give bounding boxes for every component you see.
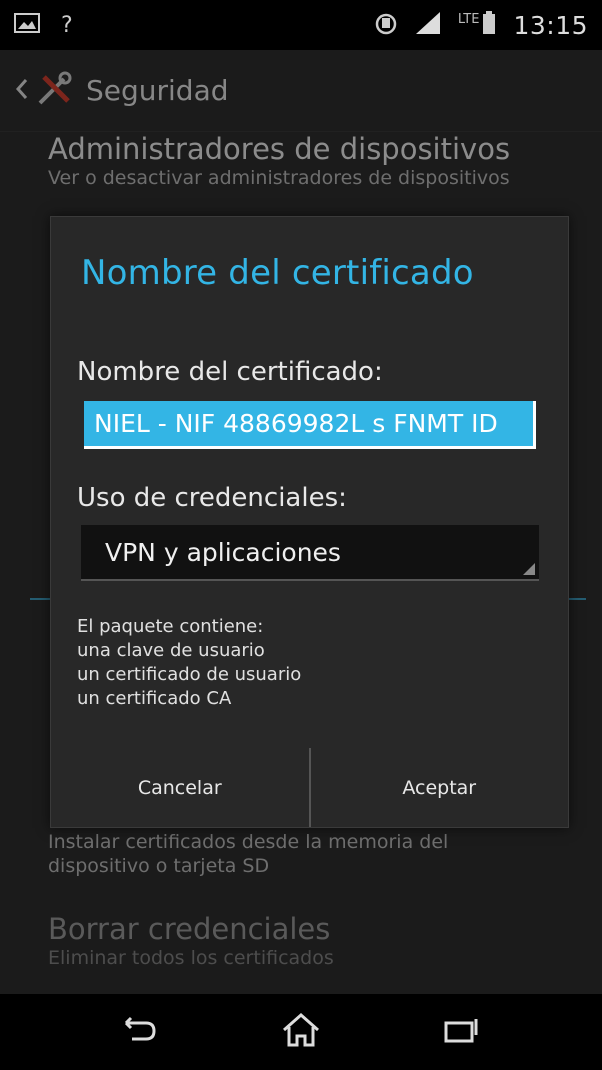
back-arrow-icon [120,1015,160,1049]
dropdown-corner-icon [523,563,535,575]
package-contents: El paquete contiene: una clave de usuari… [77,615,497,711]
certificate-name-dialog: Nombre del certificado Nombre del certif… [50,216,569,828]
cancel-button[interactable]: Cancelar [51,748,309,827]
home-icon [280,1012,322,1052]
back-button[interactable] [110,1007,170,1057]
credential-use-select[interactable]: VPN y aplicaciones [81,525,539,581]
dialog-title: Nombre del certificado [81,253,474,293]
home-button[interactable] [271,1007,331,1057]
accept-button[interactable]: Aceptar [311,748,569,827]
credential-use-value: VPN y aplicaciones [105,537,341,567]
dialog-buttons: Cancelar Aceptar [51,747,568,827]
svg-text:?: ? [61,13,73,36]
cert-name-input[interactable] [84,401,536,449]
battery-icon [481,10,497,40]
cert-name-label: Nombre del certificado: [77,357,383,387]
navigation-bar [0,994,602,1070]
status-time: 13:15 [513,10,588,40]
gallery-icon [14,12,40,38]
package-line: un certificado CA [77,688,232,709]
status-bar: ? LTE 13:15 [0,0,602,50]
recent-apps-icon [442,1015,482,1049]
wifi-question-icon: ? [56,10,80,40]
network-label: LTE [457,11,480,27]
package-line: un certificado de usuario [77,664,302,685]
signal-icon [414,10,442,40]
credential-use-label: Uso de credenciales: [77,483,347,513]
package-line: una clave de usuario [77,640,265,661]
alarm-icon [374,10,398,40]
package-line: El paquete contiene: [77,616,264,637]
recent-apps-button[interactable] [432,1007,492,1057]
